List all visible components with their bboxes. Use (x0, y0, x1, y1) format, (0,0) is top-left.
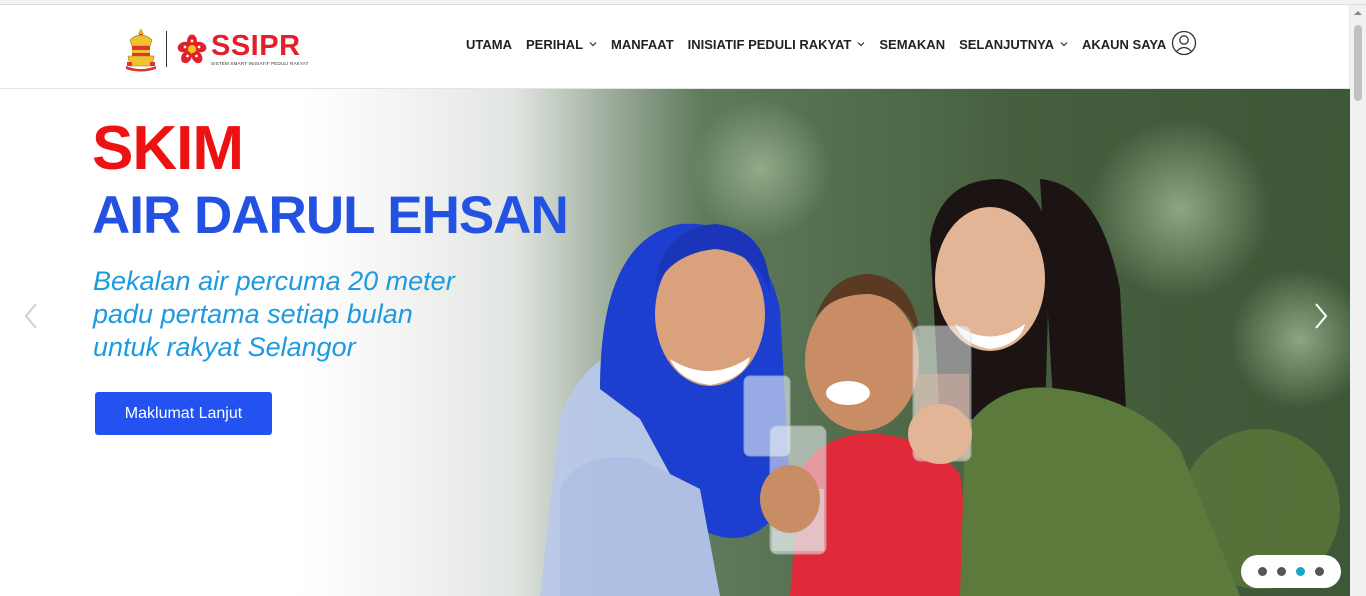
chevron-down-icon (857, 42, 865, 47)
scroll-up-arrow-icon[interactable] (1350, 5, 1366, 21)
menu-item-perihal[interactable]: PERIHAL (526, 37, 597, 52)
hero-carousel: SKIM AIR DARUL EHSAN Bekalan air percuma… (0, 89, 1350, 596)
menu-item-akaun-saya[interactable]: AKAUN SAYA (1082, 37, 1166, 52)
navbar: SSIPR SISTEM SMART INISIATIF PEDULI RAKY… (0, 5, 1350, 89)
logo[interactable]: SSIPR SISTEM SMART INISIATIF PEDULI RAKY… (124, 25, 309, 73)
ssipr-flower-icon (177, 34, 207, 64)
chevron-right-icon[interactable] (1308, 301, 1332, 331)
hero-title-air-darul-ehsan: AIR DARUL EHSAN (92, 186, 569, 245)
maklumat-lanjut-button[interactable]: Maklumat Lanjut (95, 392, 272, 435)
menu-item-semakan[interactable]: SEMAKAN (879, 37, 945, 52)
carousel-dot[interactable] (1296, 567, 1305, 576)
carousel-indicators (1241, 555, 1341, 588)
carousel-dot[interactable] (1277, 567, 1286, 576)
hero-subtitle-line: untuk rakyat Selangor (93, 332, 356, 362)
carousel-dot[interactable] (1258, 567, 1267, 576)
menu-item-utama[interactable]: UTAMA (466, 37, 512, 52)
selangor-crest-icon (126, 28, 156, 72)
scroll-thumb[interactable] (1354, 25, 1362, 101)
page-scrollbar[interactable] (1349, 5, 1366, 596)
main-menu: UTAMA PERIHAL MANFAAT INISIATIF PEDULI R… (466, 29, 1197, 59)
chevron-down-icon (1060, 42, 1068, 47)
brand-name: SSIPR (211, 30, 301, 62)
carousel-dot[interactable] (1315, 567, 1324, 576)
hero-subtitle-line: padu pertama setiap bulan (93, 299, 413, 329)
logo-divider (166, 31, 167, 67)
menu-item-selanjutnya[interactable]: SELANJUTNYA (959, 37, 1068, 52)
hero-title-skim: SKIM (92, 114, 244, 183)
hero-subtitle: Bekalan air percuma 20 meter padu pertam… (93, 265, 513, 364)
chevron-down-icon (589, 42, 597, 47)
brand-tagline: SISTEM SMART INISIATIF PEDULI RAKYAT (211, 61, 309, 66)
menu-item-manfaat[interactable]: MANFAAT (611, 37, 674, 52)
menu-item-inisiatif-peduli-rakyat[interactable]: INISIATIF PEDULI RAKYAT (688, 37, 866, 52)
hero-subtitle-line: Bekalan air percuma 20 meter (93, 266, 455, 296)
user-circle-icon[interactable] (1171, 30, 1197, 56)
chevron-left-icon[interactable] (20, 301, 44, 331)
